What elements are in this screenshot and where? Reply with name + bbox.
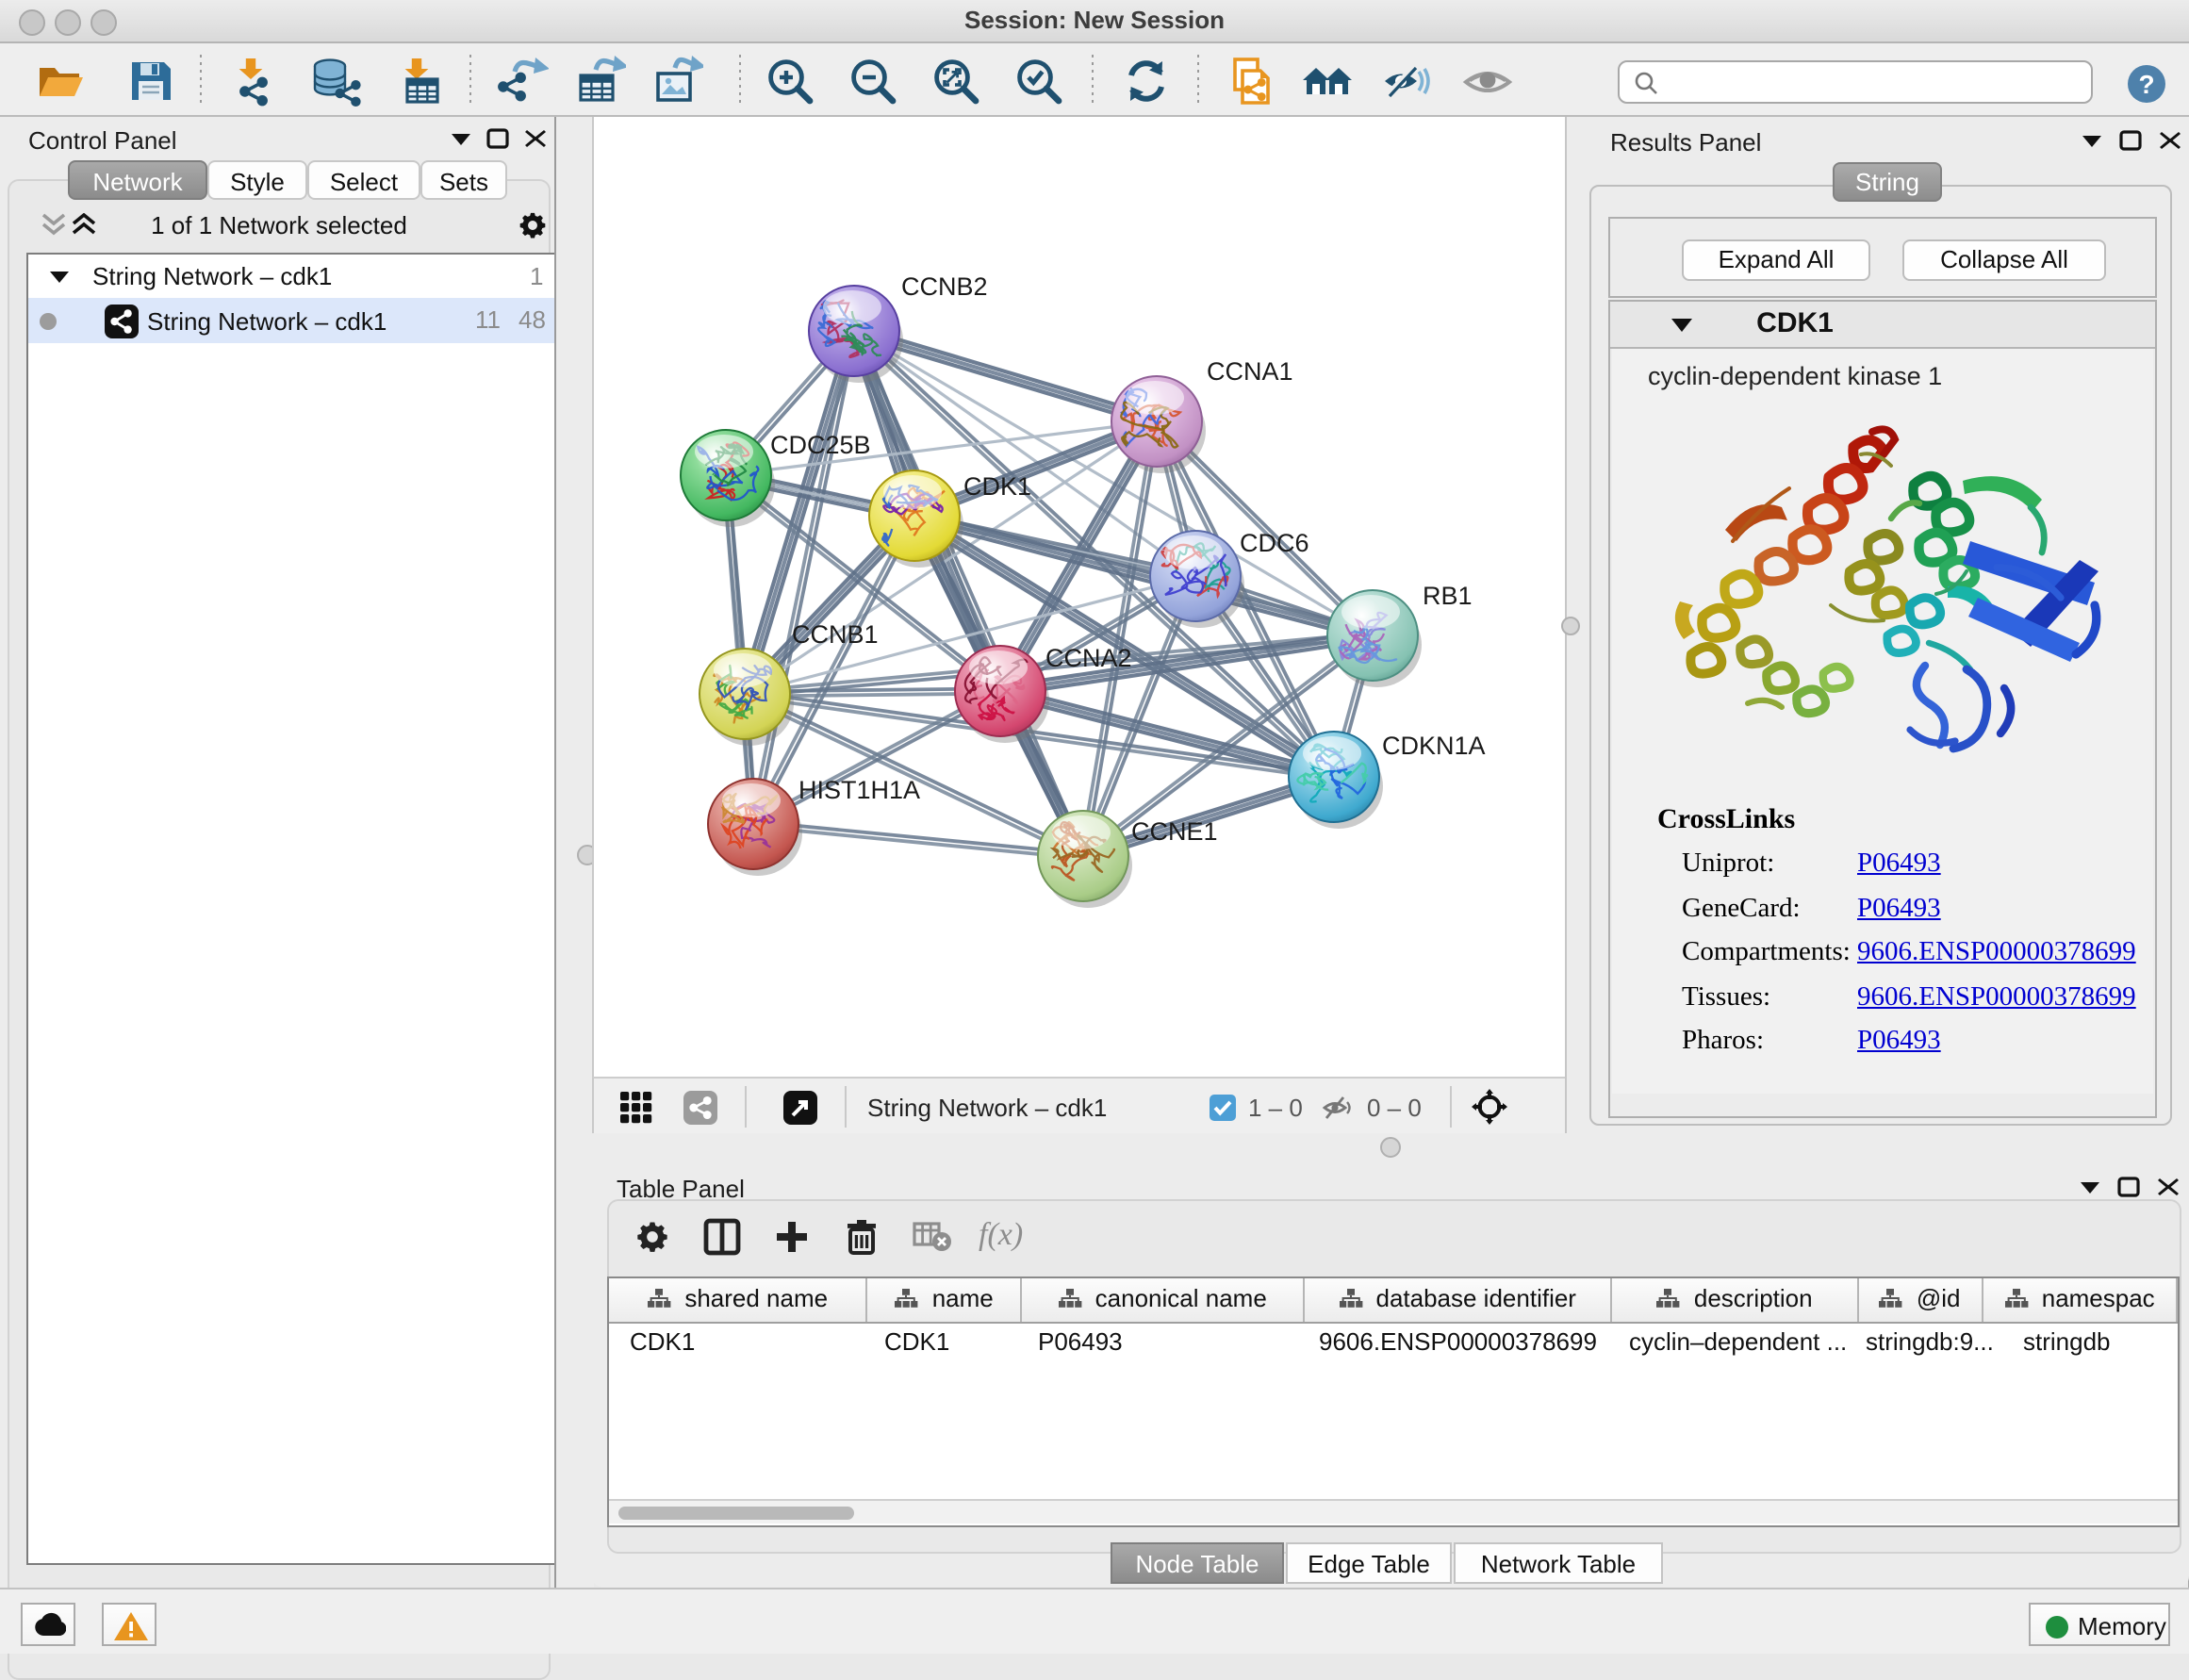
svg-text:CDK1: CDK1 (963, 472, 1031, 501)
svg-text:CCNA2: CCNA2 (1045, 644, 1132, 672)
svg-text:HIST1H1A: HIST1H1A (798, 776, 920, 804)
svg-text:CCNE1: CCNE1 (1131, 817, 1218, 846)
svg-text:CCNB1: CCNB1 (792, 620, 879, 649)
svg-text:CDKN1A: CDKN1A (1382, 732, 1486, 760)
svg-text:CDC6: CDC6 (1240, 529, 1309, 557)
svg-text:CDC25B: CDC25B (770, 431, 871, 459)
svg-text:CCNA1: CCNA1 (1207, 357, 1293, 386)
svg-text:?: ? (2138, 70, 2154, 99)
svg-text:CCNB2: CCNB2 (901, 272, 988, 301)
svg-text:RB1: RB1 (1423, 582, 1473, 610)
